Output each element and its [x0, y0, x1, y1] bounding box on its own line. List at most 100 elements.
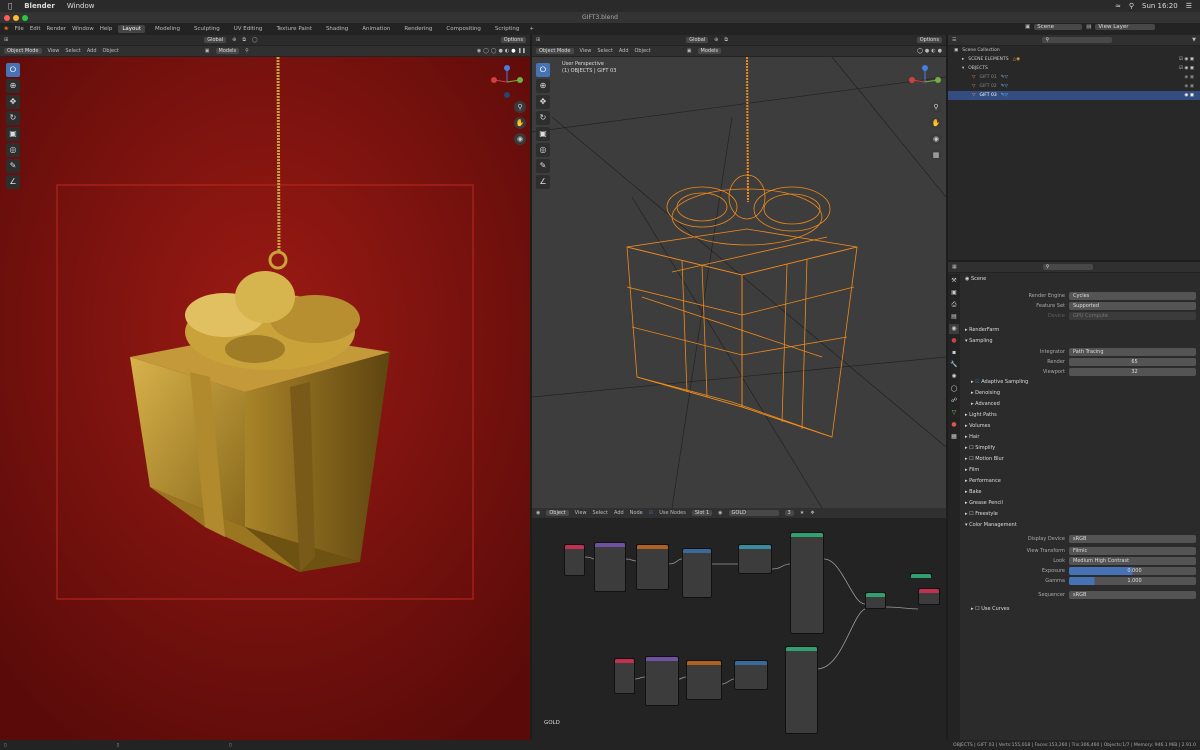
node-node-menu[interactable]: Node [630, 510, 643, 516]
close-window-button[interactable] [4, 15, 10, 21]
panel-hair[interactable]: ▸ Hair [961, 432, 1200, 443]
add-menu[interactable]: Add [87, 48, 97, 54]
camera-view-icon[interactable]: ◉ [514, 133, 526, 145]
node-color-ramp[interactable] [682, 548, 712, 598]
viewport-rendered[interactable]: ⊞ Global ⊕ ⧉ ◯ Options Object Mode View … [0, 35, 530, 740]
node-color-ramp-2[interactable] [734, 660, 768, 690]
snap-icon-2[interactable]: ⧉ [724, 37, 728, 43]
render-tab-icon[interactable]: ▣ [949, 288, 959, 298]
outliner-row-scene-elements[interactable]: ▸ SCENE ELEMENTS △◉ ☑ ◉ ▣ [948, 55, 1200, 64]
search-icon[interactable]: ⚲ [1129, 2, 1134, 10]
minimize-window-button[interactable] [13, 15, 19, 21]
move-icon[interactable]: ✥ [6, 95, 20, 109]
node-add-menu[interactable]: Add [614, 510, 624, 516]
outliner-row-scene-collection[interactable]: ▣ Scene Collection [948, 46, 1200, 55]
mode-dropdown-2[interactable]: Object Mode [536, 48, 574, 54]
shading-material-icon-2[interactable]: ◐ [931, 48, 935, 54]
collection-filter[interactable]: Models [215, 48, 240, 54]
editor-type-icon[interactable]: ⊞ [4, 37, 8, 43]
render-engine-dropdown[interactable]: Cycles [1069, 292, 1196, 300]
move-icon-2[interactable]: ✥ [536, 95, 550, 109]
workspace-tab-uv-editing[interactable]: UV Editing [230, 25, 267, 33]
slot-dropdown[interactable]: Slot 1 [691, 510, 713, 516]
collection-filter-2[interactable]: Models [697, 48, 722, 54]
panel-simplify[interactable]: ▸ ☐ Simplify [961, 443, 1200, 454]
device-dropdown[interactable]: GPU Compute [1069, 312, 1196, 320]
physics-tab-icon[interactable]: ◯ [949, 384, 959, 394]
panel-color-management[interactable]: ▾ Color Management [961, 520, 1200, 531]
exposure-slider[interactable]: 0.000 [1069, 567, 1196, 575]
rotate-icon[interactable]: ↻ [6, 111, 20, 125]
blender-logo-icon[interactable]: ❀ [4, 26, 9, 32]
panel-motion-blur[interactable]: ▸ ☐ Motion Blur [961, 454, 1200, 465]
node-texcoord-2[interactable] [614, 658, 635, 694]
panel-film[interactable]: ▸ Film [961, 465, 1200, 476]
integrator-dropdown[interactable]: Path Tracing [1069, 348, 1196, 356]
camera-view-icon-2[interactable]: ◉ [930, 133, 942, 145]
pan-hand-icon[interactable]: ✋ [514, 117, 526, 129]
shading-rendered-icon-2[interactable]: ● [938, 48, 942, 54]
filter-search-icon[interactable]: ⚲ [245, 48, 249, 54]
pause-render-icon[interactable]: ❚❚ [518, 48, 526, 54]
mac-menu-window[interactable]: Window [67, 2, 95, 10]
add-menu-2[interactable]: Add [619, 48, 629, 54]
pin-icon[interactable]: ❖ [810, 510, 814, 516]
node-principled-bsdf-1[interactable] [790, 532, 824, 634]
panel-volumes[interactable]: ▸ Volumes [961, 421, 1200, 432]
feature-set-dropdown[interactable]: Supported [1069, 302, 1196, 310]
properties-search[interactable]: ⚲ [1042, 264, 1093, 270]
filter-icon[interactable]: ▼ [1192, 37, 1196, 43]
workspace-tab-modeling[interactable]: Modeling [151, 25, 184, 33]
visibility-eye-icon[interactable]: ☑ ◉ ▣ [1179, 64, 1194, 73]
output-tab-icon[interactable]: ⎙ [949, 300, 959, 310]
view-layer-tab-icon[interactable]: ▤ [949, 312, 959, 322]
adaptive-sampling-checkbox[interactable]: ☑ [975, 379, 979, 385]
measure-icon[interactable]: ∠ [6, 175, 20, 189]
workspace-tab-shading[interactable]: Shading [322, 25, 352, 33]
render-samples-field[interactable]: 65 [1069, 358, 1196, 366]
gamma-slider[interactable]: 1.000 [1069, 577, 1196, 585]
subpanel-adaptive-sampling[interactable]: ▸ ☑ Adaptive Sampling [961, 377, 1200, 388]
expand-icon[interactable]: ▸ [962, 55, 964, 64]
view-layer-selector[interactable]: View Layer [1095, 24, 1156, 30]
outliner-row-gift-02[interactable]: ▽ GIFT 02 ✎▽ ◉ ▣ [948, 82, 1200, 91]
scene-selector[interactable]: Scene [1034, 24, 1083, 30]
visibility-eye-icon[interactable]: ◉ ▣ [1184, 82, 1194, 91]
view-transform-dropdown[interactable]: Filmic [1069, 547, 1196, 555]
material-tab-icon[interactable]: ● [949, 420, 959, 430]
use-curves-checkbox[interactable]: ☐ [975, 606, 979, 612]
measure-icon-2[interactable]: ∠ [536, 175, 550, 189]
annotate-icon-2[interactable]: ✎ [536, 159, 550, 173]
add-workspace-icon[interactable]: + [529, 26, 534, 32]
constraints-tab-icon[interactable]: ☍ [949, 396, 959, 406]
shading-solid-icon-2[interactable]: ● [925, 48, 929, 54]
node-select-menu[interactable]: Select [593, 510, 608, 516]
scale-icon-2[interactable]: ▣ [536, 127, 550, 141]
overlay-toggle-icon[interactable]: ◯ [483, 48, 489, 54]
cursor-icon[interactable]: ⊕ [6, 79, 20, 93]
proportional-icon[interactable]: ◯ [252, 37, 258, 43]
menu-list-icon[interactable]: ☰ [1186, 2, 1192, 10]
outliner-search[interactable]: ⚲ [1042, 37, 1113, 43]
subpanel-denoising[interactable]: ▸ Denoising [961, 388, 1200, 399]
mode-dropdown[interactable]: Object Mode [4, 48, 42, 54]
workspace-tab-layout[interactable]: Layout [118, 25, 146, 33]
material-name-field[interactable]: GOLD [728, 510, 779, 516]
pivot-icon-2[interactable]: ⊕ [714, 37, 718, 43]
view-menu[interactable]: View [48, 48, 60, 54]
panel-performance[interactable]: ▸ Performance [961, 476, 1200, 487]
workspace-tab-sculpting[interactable]: Sculpting [190, 25, 224, 33]
pan-hand-icon-2[interactable]: ✋ [930, 117, 942, 129]
rotate-icon-2[interactable]: ↻ [536, 111, 550, 125]
node-noise-texture[interactable] [636, 544, 669, 590]
zoom-icon[interactable]: ⚲ [514, 101, 526, 113]
display-device-dropdown[interactable]: sRGB [1069, 535, 1196, 543]
visibility-eye-icon[interactable]: ☑ ◉ ▣ [1179, 55, 1194, 64]
panel-bake[interactable]: ▸ Bake [961, 487, 1200, 498]
nav-gizmo-2[interactable] [908, 65, 942, 99]
object-menu-2[interactable]: Object [635, 48, 651, 54]
menu-help[interactable]: Help [100, 26, 113, 32]
shading-wire-icon-2[interactable]: ◯ [917, 48, 923, 54]
select-box-icon[interactable]: ⭘ [6, 63, 20, 77]
subpanel-advanced[interactable]: ▸ Advanced [961, 399, 1200, 410]
